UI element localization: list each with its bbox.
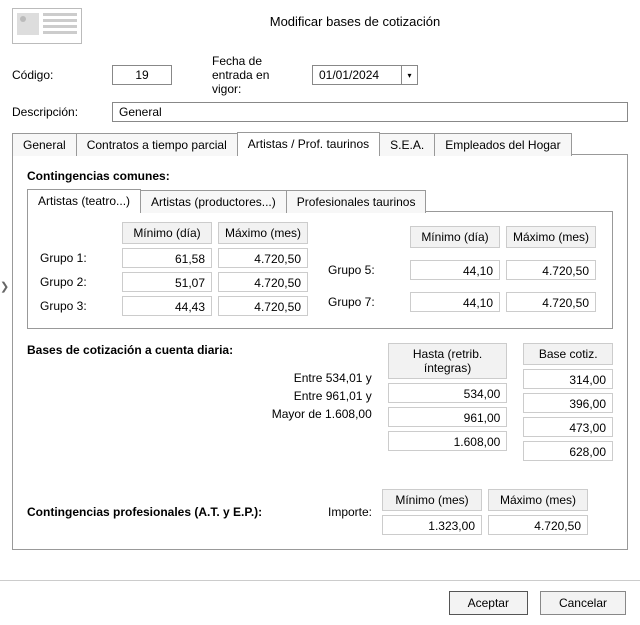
- importe-label: Importe:: [307, 505, 372, 519]
- tab-contratos[interactable]: Contratos a tiempo parcial: [76, 133, 238, 156]
- bases-cotizacion-title: Bases de cotización a cuenta diaria:: [27, 343, 236, 357]
- groups-left-grid: Mínimo (día) Máximo (mes) Grupo 1: 61,58…: [36, 222, 308, 316]
- grupo7-min[interactable]: 44,10: [410, 292, 500, 312]
- bc-col-hasta: Hasta (retrib. íntegras): [388, 343, 508, 379]
- descripcion-label: Descripción:: [12, 105, 102, 119]
- grupo1-label: Grupo 1:: [36, 251, 116, 265]
- grupo5-min[interactable]: 44,10: [410, 260, 500, 280]
- bc-base-2[interactable]: 396,00: [523, 393, 613, 413]
- grupo1-min[interactable]: 61,58: [122, 248, 212, 268]
- sub-tabs: Artistas (teatro...) Artistas (productor…: [27, 189, 613, 212]
- accept-button[interactable]: Aceptar: [449, 591, 528, 615]
- cp-col-max: Máximo (mes): [488, 489, 588, 511]
- fecha-label: Fecha de entrada en vigor:: [212, 54, 302, 96]
- bc-hasta-2[interactable]: 961,00: [388, 407, 508, 427]
- grupo2-min[interactable]: 51,07: [122, 272, 212, 292]
- expand-chevron-icon[interactable]: ❯: [0, 280, 9, 293]
- bc-hasta-4: [388, 455, 508, 475]
- tab-sea[interactable]: S.E.A.: [379, 133, 435, 156]
- grupo3-label: Grupo 3:: [36, 299, 116, 313]
- bc-col-base: Base cotiz.: [523, 343, 613, 365]
- tab-hogar[interactable]: Empleados del Hogar: [434, 133, 571, 156]
- col-max-mes-r: Máximo (mes): [506, 226, 596, 248]
- grupo3-min[interactable]: 44,43: [122, 296, 212, 316]
- dialog-thumbnail: [12, 8, 82, 44]
- bc-row3-label: Entre 961,01 y: [252, 389, 372, 403]
- grupo3-max[interactable]: 4.720,50: [218, 296, 308, 316]
- cancel-button[interactable]: Cancelar: [540, 591, 626, 615]
- bc-row2-label: Entre 534,01 y: [252, 371, 372, 385]
- groups-right-grid: Mínimo (día) Máximo (mes) Grupo 5: 44,10…: [324, 222, 596, 316]
- contingencias-prof-title: Contingencias profesionales (A.T. y E.P.…: [27, 505, 297, 519]
- col-min-dia-r: Mínimo (día): [410, 226, 500, 248]
- fecha-input[interactable]: 01/01/2024: [312, 65, 402, 85]
- grupo7-max[interactable]: 4.720,50: [506, 292, 596, 312]
- tab-artistas[interactable]: Artistas / Prof. taurinos: [237, 132, 380, 155]
- subtab-productores[interactable]: Artistas (productores...): [140, 190, 287, 213]
- descripcion-input[interactable]: General: [112, 102, 628, 122]
- col-min-dia: Mínimo (día): [122, 222, 212, 244]
- bc-hasta-1[interactable]: 534,00: [388, 383, 508, 403]
- main-tabs: General Contratos a tiempo parcial Artis…: [12, 132, 628, 155]
- bc-hasta-3[interactable]: 1.608,00: [388, 431, 508, 451]
- grupo5-label: Grupo 5:: [324, 263, 404, 277]
- grupo2-max[interactable]: 4.720,50: [218, 272, 308, 292]
- bc-row4-label: Mayor de 1.608,00: [252, 407, 372, 421]
- cp-min[interactable]: 1.323,00: [382, 515, 482, 535]
- col-max-mes: Máximo (mes): [218, 222, 308, 244]
- codigo-input[interactable]: 19: [112, 65, 172, 85]
- dialog-title: Modificar bases de cotización: [82, 8, 628, 29]
- grupo7-label: Grupo 7:: [324, 295, 404, 309]
- tab-general[interactable]: General: [12, 133, 77, 156]
- bc-base-1[interactable]: 314,00: [523, 369, 613, 389]
- bc-base-3[interactable]: 473,00: [523, 417, 613, 437]
- codigo-label: Código:: [12, 68, 102, 82]
- grupo1-max[interactable]: 4.720,50: [218, 248, 308, 268]
- date-dropdown-icon[interactable]: ▾: [402, 65, 418, 85]
- grupo5-max[interactable]: 4.720,50: [506, 260, 596, 280]
- subtab-teatro[interactable]: Artistas (teatro...): [27, 189, 141, 212]
- contingencias-comunes-title: Contingencias comunes:: [27, 169, 613, 183]
- cp-max[interactable]: 4.720,50: [488, 515, 588, 535]
- subtab-taurinos[interactable]: Profesionales taurinos: [286, 190, 427, 213]
- cp-col-min: Mínimo (mes): [382, 489, 482, 511]
- grupo2-label: Grupo 2:: [36, 275, 116, 289]
- bc-base-4[interactable]: 628,00: [523, 441, 613, 461]
